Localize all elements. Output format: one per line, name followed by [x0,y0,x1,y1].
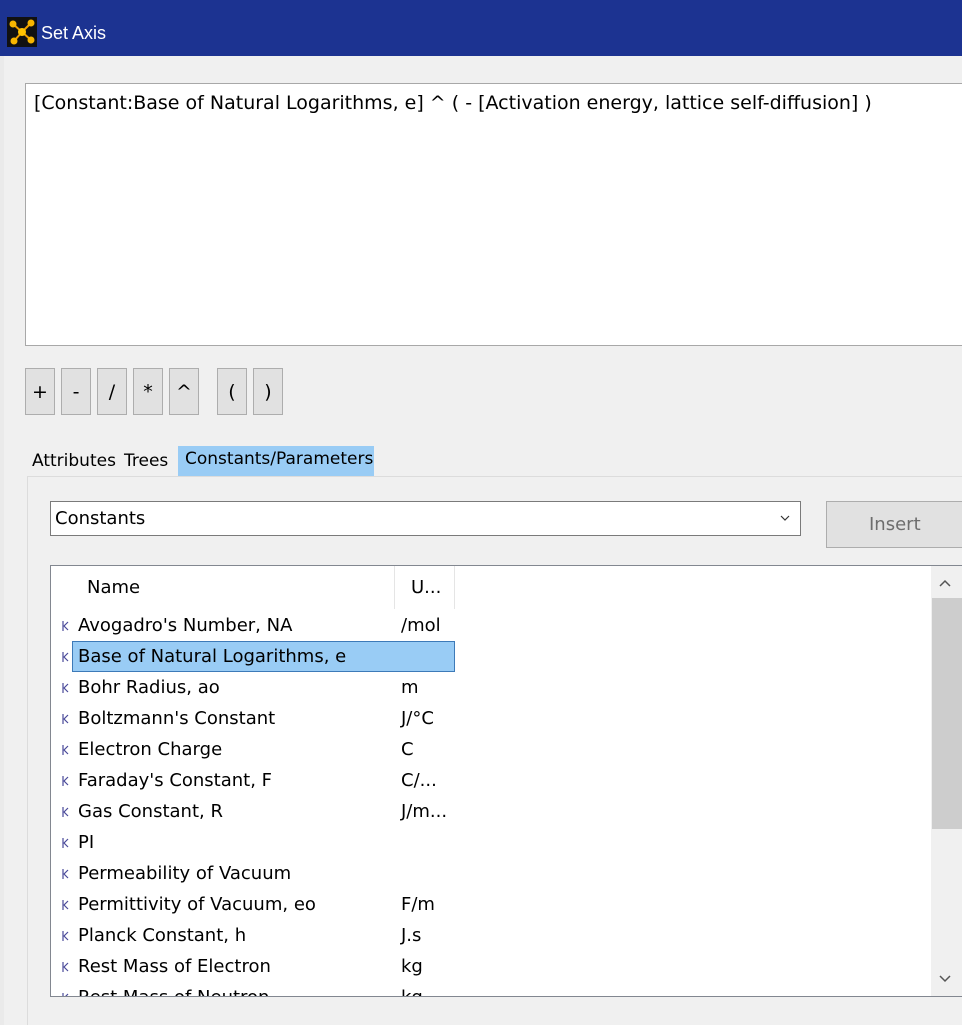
list-rows: Avogadro's Number, NA/mol Base of Natural… [51,610,931,996]
constant-icon [62,714,69,724]
constant-icon [62,993,69,996]
constant-unit: /mol [401,615,441,636]
scroll-down-icon[interactable] [931,966,962,994]
app-logo-icon [7,17,37,47]
constant-unit: kg [401,956,423,977]
list-item[interactable]: Planck Constant, h J.s [51,920,931,951]
list-item[interactable]: Permeability of Vacuum [51,858,931,889]
list-item[interactable]: Permittivity of Vacuum, eo F/m [51,889,931,920]
constant-name: Permeability of Vacuum [78,863,292,884]
constant-name: Planck Constant, h [78,925,247,946]
chevron-down-icon [780,515,790,521]
constant-unit: F/m [401,894,435,915]
constant-unit: C [401,739,414,760]
tab-trees[interactable]: Trees [120,446,172,476]
constant-name: Bohr Radius, ao [78,677,220,698]
scroll-up-icon[interactable] [931,570,962,598]
constant-name: Rest Mass of Electron [78,956,271,977]
window-title: Set Axis [41,23,107,43]
constants-list[interactable]: Name U... Avogadro's Number, NA/mol Base … [50,565,962,997]
constant-unit: kg [401,982,423,996]
constant-unit: J/m... [401,801,448,822]
column-header-unit[interactable]: U... [395,566,455,609]
constant-icon [62,807,69,817]
constant-icon [62,931,69,941]
constant-icon [62,621,69,631]
constant-icon [62,683,69,693]
constant-icon [62,838,69,848]
list-item[interactable]: Base of Natural Logarithms, e [51,641,931,672]
power-operator-button[interactable]: ^ [169,368,199,415]
tab-attributes[interactable]: Attributes [28,446,120,476]
constant-name: Gas Constant, R [78,801,223,822]
constant-name: Permittivity of Vacuum, eo [78,894,316,915]
minus-operator-button[interactable]: - [61,368,91,415]
list-header: Name U... [51,566,931,609]
constant-unit: C/... [401,770,437,791]
constant-name: Faraday's Constant, F [78,770,273,791]
constant-name: Base of Natural Logarithms, e [72,641,455,672]
divide-operator-button[interactable]: / [97,368,127,415]
list-item[interactable]: Avogadro's Number, NA/mol [51,610,931,641]
constant-name: Boltzmann's Constant [78,708,276,729]
constant-unit: J.s [401,925,422,946]
tab-constants-parameters[interactable]: Constants/Parameters [178,446,374,476]
list-item[interactable]: Gas Constant, R J/m... [51,796,931,827]
constant-unit: m [401,677,419,698]
constant-name: Avogadro's Number, NA [78,615,293,636]
title-bar[interactable]: Set Axis [0,0,962,56]
insert-button[interactable]: Insert [826,501,962,548]
dropdown-selected-value: Constants [55,508,146,529]
open-paren-button[interactable]: ( [217,368,247,415]
constant-icon [62,776,69,786]
constant-icon [62,962,69,972]
list-item[interactable]: Faraday's Constant, F C/... [51,765,931,796]
list-item[interactable]: Rest Mass of Neutronkg [51,982,931,996]
constant-icon [62,652,69,662]
scrollbar-thumb[interactable] [932,598,962,829]
list-item[interactable]: Bohr Radius, ao m [51,672,931,703]
plus-operator-button[interactable]: + [25,368,55,415]
list-item[interactable]: PI [51,827,931,858]
constant-icon [62,745,69,755]
close-paren-button[interactable]: ) [253,368,283,415]
expression-editor[interactable]: [Constant:Base of Natural Logarithms, e]… [25,83,962,346]
constant-name: Rest Mass of Neutron [72,982,455,996]
constants-dropdown[interactable]: Constants [50,501,801,536]
list-item[interactable]: Boltzmann's Constant J/°C [51,703,931,734]
constant-icon [62,869,69,879]
list-item[interactable]: Rest Mass of Electron kg [51,951,931,982]
window-frame-edge [0,56,4,1025]
vertical-scrollbar[interactable] [931,566,962,996]
multiply-operator-button[interactable]: * [133,368,163,415]
constant-icon [62,900,69,910]
constant-name: Electron Charge [78,739,223,760]
expression-text: [Constant:Base of Natural Logarithms, e]… [34,92,872,114]
column-header-name[interactable]: Name [71,566,395,609]
constant-unit: J/°C [401,708,434,729]
constant-name: PI [78,832,95,853]
list-item[interactable]: Electron Charge C [51,734,931,765]
